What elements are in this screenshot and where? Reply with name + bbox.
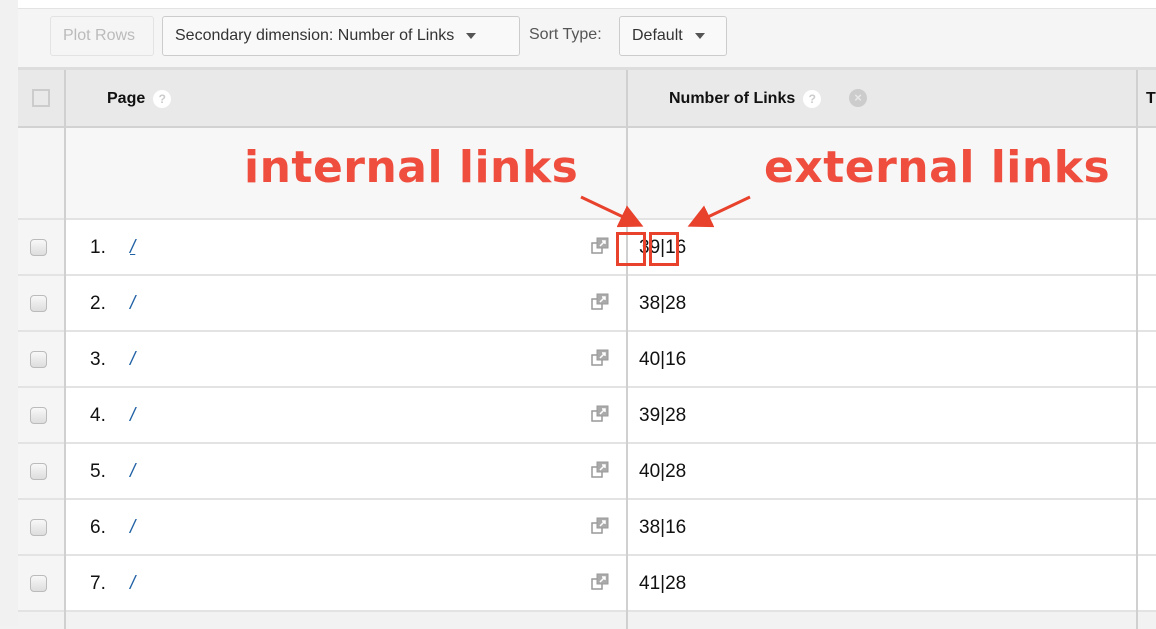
- row-index: 3.: [90, 349, 106, 370]
- row-index: 6.: [90, 517, 106, 538]
- top-panel: [18, 0, 1156, 9]
- external-highlight-box: [649, 232, 679, 266]
- chevron-down-icon: [694, 33, 705, 39]
- row-check-cell: [18, 388, 65, 442]
- number-of-links-value: 39|28: [639, 405, 687, 426]
- page-link[interactable]: /: [130, 349, 135, 371]
- table-row: 3. / 40|16: [18, 332, 1156, 388]
- row-check-cell: [18, 444, 65, 498]
- number-of-links-value: 40|28: [639, 461, 687, 482]
- row-checkbox[interactable]: [30, 295, 47, 312]
- table-row: 7. / 41|28: [18, 556, 1156, 612]
- data-table: Page? Number of Links? × T internal link…: [18, 67, 1156, 629]
- number-of-links-value: 38|28: [639, 293, 687, 314]
- table-toolbar: Plot Rows Secondary dimension: Number of…: [18, 9, 1156, 67]
- row-checkbox[interactable]: [30, 463, 47, 480]
- open-external-icon[interactable]: [591, 517, 609, 535]
- open-external-icon[interactable]: [591, 349, 609, 367]
- secondary-dimension-label: Secondary dimension: Number of Links: [175, 27, 455, 44]
- page-link[interactable]: /: [130, 517, 135, 539]
- number-of-links-value: 40|16: [639, 349, 687, 370]
- number-of-links-value: 38|16: [639, 517, 687, 538]
- plot-rows-button[interactable]: Plot Rows: [50, 16, 154, 56]
- page-link[interactable]: /: [130, 461, 135, 483]
- internal-highlight-box: [616, 232, 646, 266]
- page-link[interactable]: /: [130, 293, 135, 315]
- row-check-cell: [18, 500, 65, 554]
- internal-arrow: [580, 195, 644, 228]
- open-external-icon[interactable]: [591, 461, 609, 479]
- row-index: 7.: [90, 573, 106, 594]
- row-index: 4.: [90, 405, 106, 426]
- chevron-down-icon: [466, 33, 477, 39]
- table-row: 6. / 38|16: [18, 500, 1156, 556]
- table-row: 4. / 39|28: [18, 388, 1156, 444]
- row-checkbox[interactable]: [30, 519, 47, 536]
- sort-type-dropdown[interactable]: Default: [619, 16, 727, 56]
- annotation-arrows: [580, 195, 751, 228]
- row-check-cell: [18, 276, 65, 330]
- row-check-cell: [18, 332, 65, 386]
- sort-type-label: Sort Type:: [529, 26, 602, 43]
- row-check-cell: [18, 556, 65, 610]
- open-external-icon[interactable]: [591, 573, 609, 591]
- row-index: 2.: [90, 293, 106, 314]
- sort-type-value: Default: [632, 27, 683, 44]
- row-checkbox[interactable]: [30, 351, 47, 368]
- plot-rows-label: Plot Rows: [63, 27, 136, 44]
- page-link[interactable]: /: [130, 573, 135, 595]
- open-external-icon[interactable]: [591, 405, 609, 423]
- number-of-links-value: 41|28: [639, 573, 687, 594]
- row-checkbox[interactable]: [30, 407, 47, 424]
- table-row: 5. / 40|28: [18, 444, 1156, 500]
- left-gutter: [0, 0, 18, 626]
- row-checkbox[interactable]: [30, 575, 47, 592]
- external-arrow: [687, 195, 751, 228]
- open-external-icon[interactable]: [591, 293, 609, 311]
- table-row: 2. / 38|28: [18, 276, 1156, 332]
- secondary-dimension-dropdown[interactable]: Secondary dimension: Number of Links: [162, 16, 520, 56]
- row-index: 5.: [90, 461, 106, 482]
- page-link[interactable]: /: [130, 405, 135, 427]
